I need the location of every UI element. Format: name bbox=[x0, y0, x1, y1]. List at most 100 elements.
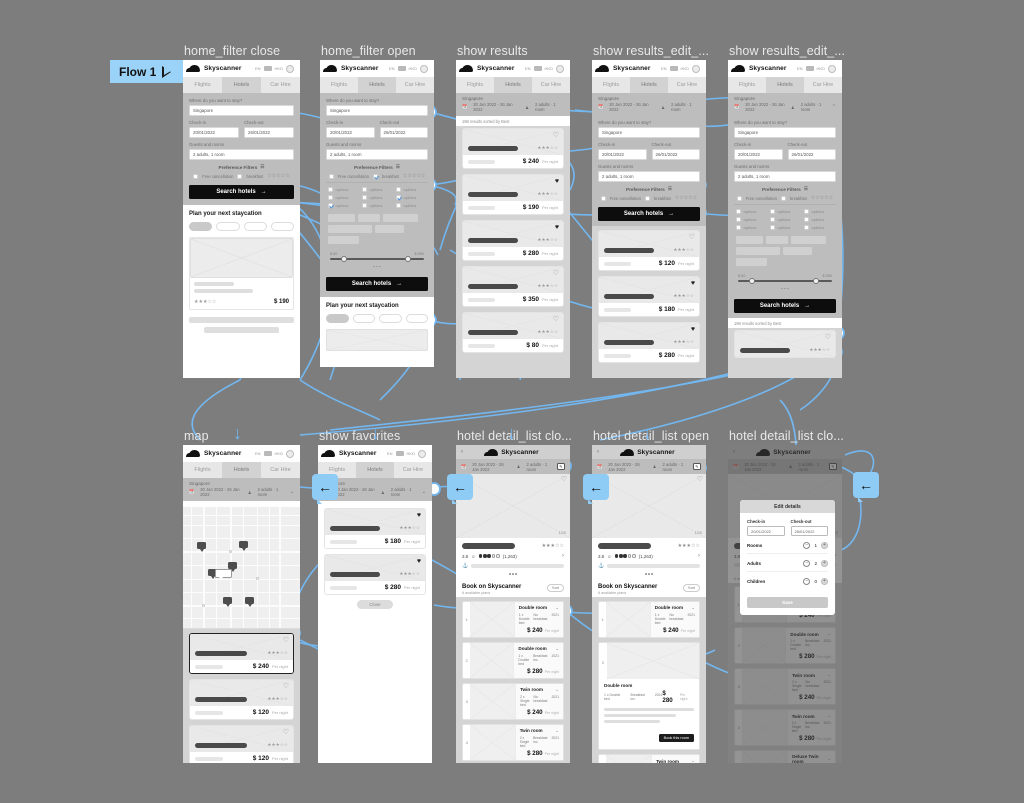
filter-option[interactable]: options bbox=[770, 209, 800, 214]
hotel-card[interactable]: ♡ ★★★☆☆ $ 120 Per night bbox=[189, 679, 294, 720]
filter-chip[interactable] bbox=[736, 236, 764, 244]
option-checkbox[interactable] bbox=[804, 225, 809, 230]
currency-label[interactable]: HKD bbox=[407, 451, 415, 456]
edit-icon[interactable]: ✎ bbox=[692, 463, 701, 470]
option-checkbox[interactable] bbox=[328, 187, 333, 192]
filter-chip[interactable] bbox=[766, 236, 788, 244]
filter-option[interactable]: options bbox=[396, 203, 426, 208]
currency-label[interactable]: HKD bbox=[275, 66, 283, 71]
avatar[interactable] bbox=[420, 64, 428, 73]
results-header[interactable]: Singapore 📅 20 Jan 2022 - 26 Jan 2022 ♟ … bbox=[456, 93, 570, 116]
staycation-pill[interactable] bbox=[189, 222, 213, 231]
slider-track[interactable] bbox=[330, 255, 424, 262]
option-checkbox[interactable] bbox=[396, 187, 401, 192]
room-row[interactable]: 1 Double room ⌄ 1 x Double bedNo breakfas… bbox=[598, 600, 700, 638]
preference-filters-header[interactable]: Preference Filters ☰ bbox=[598, 186, 700, 192]
back-nav-chip[interactable]: ← bbox=[312, 474, 338, 500]
adults-increment-button[interactable]: + bbox=[821, 560, 828, 567]
locale-label[interactable]: EN bbox=[255, 66, 261, 71]
avatar[interactable] bbox=[692, 64, 700, 73]
heart-icon[interactable]: ♡ bbox=[553, 270, 559, 277]
tab-hotels[interactable]: Hotels bbox=[630, 77, 668, 93]
tab-flights[interactable]: Flights bbox=[728, 77, 766, 93]
tab-hotels[interactable]: Hotels bbox=[222, 462, 261, 478]
slider-knob-min[interactable] bbox=[341, 255, 348, 262]
rooms-increment-button[interactable]: + bbox=[821, 542, 828, 549]
search-hotels-button[interactable]: Search hotels → bbox=[189, 185, 294, 199]
hotel-card[interactable]: ♡ ★★★☆☆ $ 350 Per night bbox=[462, 266, 564, 307]
locale-label[interactable]: EN bbox=[525, 66, 531, 71]
hotel-score-row[interactable]: 3.8 ☺ (1,263) › bbox=[598, 553, 700, 559]
tab-car-hire[interactable]: Car Hire bbox=[261, 462, 300, 478]
breakfast-checkbox[interactable] bbox=[372, 173, 378, 179]
modal-checkin-input[interactable]: 20/01/2022 bbox=[747, 526, 785, 536]
option-checkbox[interactable] bbox=[328, 195, 333, 200]
flag-icon[interactable] bbox=[263, 451, 272, 456]
filter-chip[interactable] bbox=[736, 258, 768, 266]
hotel-card[interactable]: ♡ ★★★☆☆ $ 240 Per night bbox=[462, 128, 564, 169]
tab-car-hire[interactable]: Car Hire bbox=[396, 77, 434, 93]
checkout-input[interactable]: 26/01/2022 bbox=[244, 127, 294, 138]
hotel-card[interactable]: ♥ ★★★☆☆ $ 280 Per night bbox=[598, 322, 700, 363]
heart-icon[interactable]: ♡ bbox=[283, 683, 289, 690]
option-checkbox[interactable] bbox=[736, 209, 741, 214]
heart-icon[interactable]: ♥ bbox=[555, 224, 559, 231]
checkout-input[interactable]: 26/01/2022 bbox=[379, 127, 428, 138]
map-view[interactable] bbox=[183, 507, 300, 629]
destination-input[interactable]: Singapore bbox=[189, 105, 294, 116]
locale-label[interactable]: EN bbox=[661, 66, 667, 71]
avatar[interactable] bbox=[828, 64, 836, 73]
map-pin-selected[interactable] bbox=[215, 569, 232, 580]
star-rating-filter[interactable]: ☆☆☆☆☆ bbox=[403, 173, 425, 179]
chevron-down-icon[interactable]: ⌄ bbox=[555, 687, 559, 693]
chevron-left-icon[interactable]: ‹ bbox=[597, 449, 599, 455]
filter-option[interactable]: options bbox=[770, 225, 800, 230]
checkin-input[interactable]: 20/01/2022 bbox=[326, 127, 375, 138]
chevron-left-icon[interactable]: ‹ bbox=[461, 449, 463, 455]
back-nav-chip[interactable]: ← bbox=[853, 472, 879, 498]
flag-icon[interactable] bbox=[263, 66, 272, 71]
hotel-card[interactable]: ♥ ★★★☆☆ $ 190 Per night bbox=[462, 174, 564, 215]
preference-filters-header[interactable]: Preference Filters ☰ bbox=[734, 186, 836, 192]
destination-input[interactable]: Singapore bbox=[734, 127, 836, 138]
tab-flights[interactable]: Flights bbox=[183, 77, 222, 93]
option-checkbox[interactable] bbox=[362, 195, 367, 200]
tab-hotels[interactable]: Hotels bbox=[766, 77, 804, 93]
back-nav-chip[interactable]: ← bbox=[447, 474, 473, 500]
destination-input[interactable]: Singapore bbox=[326, 105, 428, 116]
rooms-decrement-button[interactable]: − bbox=[803, 542, 811, 549]
heart-icon[interactable]: ♥ bbox=[691, 280, 695, 287]
breakfast-checkbox[interactable] bbox=[644, 195, 650, 201]
filter-option[interactable]: options bbox=[736, 217, 766, 222]
filter-chip[interactable] bbox=[736, 247, 781, 255]
filter-chip[interactable] bbox=[328, 214, 356, 222]
filter-option[interactable]: options bbox=[362, 195, 392, 200]
filter-chip[interactable] bbox=[382, 214, 419, 222]
option-checkbox[interactable] bbox=[396, 203, 401, 208]
option-checkbox[interactable] bbox=[362, 203, 367, 208]
room-row[interactable]: 3 Twin room⌄ 2 x Single bedNo breakfast2… bbox=[598, 754, 700, 763]
chevron-right-icon[interactable]: › bbox=[562, 553, 564, 559]
checkin-input[interactable]: 20/01/2022 bbox=[189, 127, 239, 138]
option-checkbox[interactable] bbox=[362, 187, 367, 192]
hotel-card[interactable]: ♥ ★★★☆☆ $ 280 Per night bbox=[324, 554, 426, 595]
tab-car-hire[interactable]: Car Hire bbox=[532, 77, 570, 93]
hotel-card[interactable]: ♡ ★★★☆☆ $ 120 Per night bbox=[189, 725, 294, 763]
currency-label[interactable]: HKD bbox=[817, 66, 825, 71]
filter-option[interactable]: options bbox=[328, 187, 358, 192]
filter-option[interactable]: options bbox=[362, 203, 392, 208]
star-rating-filter[interactable]: ☆☆☆☆☆ bbox=[811, 195, 833, 201]
map-pin[interactable] bbox=[228, 562, 237, 572]
staycation-pill[interactable] bbox=[216, 222, 240, 231]
staycation-pill[interactable] bbox=[352, 314, 375, 324]
option-checkbox[interactable] bbox=[736, 225, 741, 230]
heart-icon[interactable]: ♡ bbox=[561, 476, 567, 483]
tab-car-hire[interactable]: Car Hire bbox=[804, 77, 842, 93]
detail-meta-bar[interactable]: 📅 20 Jan 2022 - 26 Jan 2022 ♟ 2 adults ·… bbox=[456, 459, 570, 474]
locale-label[interactable]: EN bbox=[797, 66, 803, 71]
heart-icon[interactable]: ♡ bbox=[283, 637, 289, 644]
staycation-pill[interactable] bbox=[379, 314, 402, 324]
option-checkbox[interactable] bbox=[736, 217, 741, 222]
modal-checkout-input[interactable]: 26/01/2022 bbox=[790, 526, 828, 536]
hotel-card[interactable]: ♥ ★★★☆☆ $ 280 Per night bbox=[462, 220, 564, 261]
